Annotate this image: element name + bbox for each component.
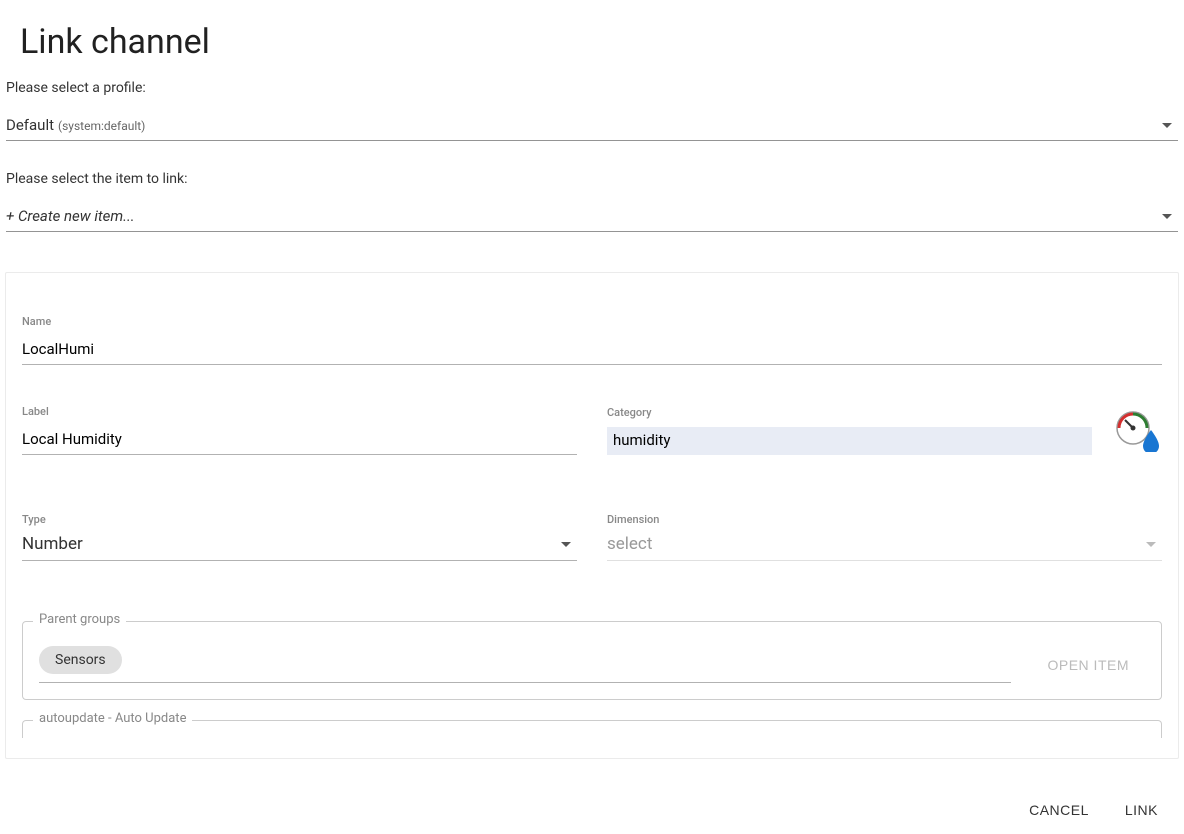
parent-group-chip[interactable]: Sensors [39,646,122,674]
dimension-placeholder: select [607,534,652,554]
name-input[interactable] [22,336,1162,365]
label-field-container: Label [22,405,577,455]
link-channel-dialog: Link channel Please select a profile: De… [0,0,1184,759]
parent-groups-legend: Parent groups [33,612,126,627]
dimension-select[interactable]: select [607,534,1162,561]
chevron-down-icon [1162,214,1172,219]
item-instruction: Please select the item to link: [0,163,1184,195]
type-select[interactable]: Number [22,534,577,561]
autoupdate-legend: autoupdate - Auto Update [33,711,192,726]
label-input[interactable] [22,426,577,455]
new-item-form: Name Label Category [5,272,1179,759]
type-field-container: Type Number [22,513,577,561]
profile-select-value: Default (system:default) [6,116,145,134]
type-label: Type [22,513,577,526]
item-select[interactable]: + Create new item... [6,207,1178,232]
link-button[interactable]: LINK [1121,796,1162,824]
chevron-down-icon [1162,123,1172,128]
dimension-label: Dimension [607,513,1162,526]
label-label: Label [22,405,577,418]
parent-groups-fieldset: Parent groups Sensors OPEN ITEM [22,621,1162,700]
autoupdate-fieldset: autoupdate - Auto Update [22,720,1162,738]
profile-sublabel: (system:default) [58,119,145,133]
category-field-container: Category [607,405,1162,455]
name-field-container: Name [22,315,1162,365]
category-input[interactable] [607,427,1092,455]
open-item-button[interactable]: OPEN ITEM [1031,649,1145,681]
chevron-down-icon [561,542,571,547]
humidity-icon [1112,405,1162,455]
parent-groups-input[interactable]: Sensors [39,646,1011,683]
item-select-value: + Create new item... [6,207,135,225]
profile-select[interactable]: Default (system:default) [6,116,1178,141]
dialog-title: Link channel [0,0,1184,72]
name-label: Name [22,315,1162,328]
profile-label: Default [6,116,54,134]
type-value: Number [22,534,83,554]
dialog-actions: CANCEL LINK [0,784,1184,834]
chevron-down-icon [1146,542,1156,547]
profile-instruction: Please select a profile: [0,72,1184,104]
dimension-field-container: Dimension select [607,513,1162,561]
category-label: Category [607,406,1092,419]
cancel-button[interactable]: CANCEL [1025,796,1093,824]
